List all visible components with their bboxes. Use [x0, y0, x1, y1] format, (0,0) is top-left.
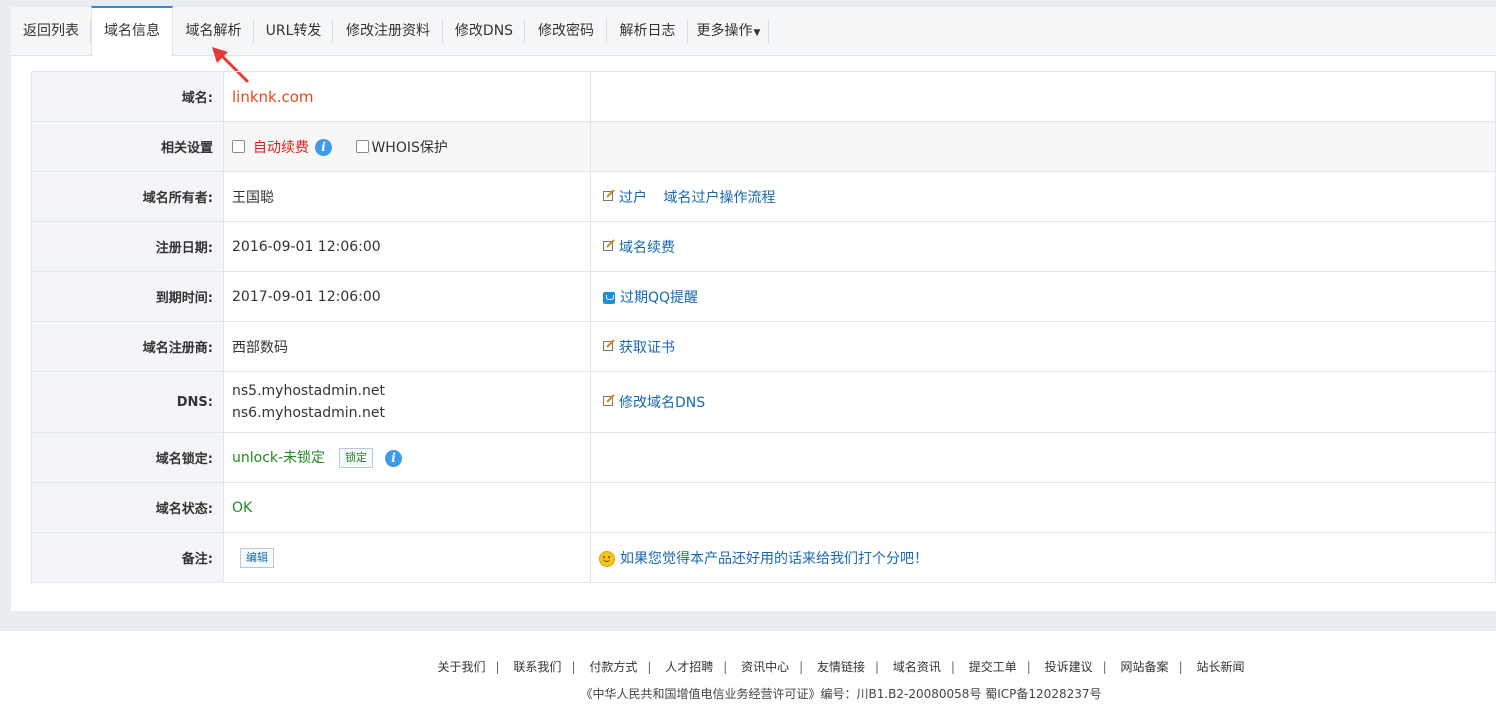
tab-more-actions[interactable]: 更多操作▼ [688, 7, 769, 55]
smile-icon [599, 550, 615, 567]
footer-link-jobs[interactable]: 人才招聘 [665, 660, 713, 674]
caret-down-icon: ▼ [753, 28, 761, 38]
domain-panel: 返回列表 域名信息 域名解析 URL转发 修改注册资料 修改DNS 修改密码 解… [11, 6, 1496, 611]
label-note: 备注: [31, 532, 224, 583]
row-note: 备注: 编辑 如果您觉得本产品还好用的话来给我们打个分吧！ [31, 532, 1496, 583]
status-value: OK [232, 499, 253, 516]
footer-link-domain-news[interactable]: 域名资讯 [893, 660, 941, 674]
expire-date-value: 2017-09-01 12:06:00 [223, 271, 591, 322]
tab-modify-registration[interactable]: 修改注册资料 [333, 7, 443, 55]
footer-link-payment[interactable]: 付款方式 [589, 660, 637, 674]
label-owner: 域名所有者: [31, 171, 224, 222]
footer-link-news-center[interactable]: 资讯中心 [741, 660, 789, 674]
footer-link-ticket[interactable]: 提交工单 [969, 660, 1017, 674]
row-dns: DNS: ns5.myhostadmin.net ns6.myhostadmin… [31, 371, 1496, 433]
edit-icon [603, 238, 615, 251]
domain-name: linknk.com [232, 87, 314, 106]
whois-label: WHOIS保护 [371, 139, 448, 156]
rating-feedback-link[interactable]: 如果您觉得本产品还好用的话来给我们打个分吧！ [620, 551, 928, 567]
label-status: 域名状态: [31, 482, 224, 533]
label-registrar: 域名注册商: [31, 321, 224, 372]
footer-link-friends[interactable]: 友情链接 [817, 660, 865, 674]
get-certificate-link[interactable]: 获取证书 [619, 340, 675, 356]
dns-server-2: ns6.myhostadmin.net [232, 405, 385, 421]
footer: 关于我们 | 联系我们 | 付款方式 | 人才招聘 | 资讯中心 | 友情链接 | 域名资讯… [0, 631, 1496, 718]
footer-links: 关于我们 | 联系我们 | 付款方式 | 人才招聘 | 资讯中心 | 友情链接 | 域名资讯… [437, 660, 1245, 674]
edit-note-button[interactable]: 编辑 [240, 547, 274, 568]
lock-status: unlock-未锁定 [232, 450, 326, 466]
auto-renew-label: 自动续费 [253, 139, 309, 156]
row-settings: 相关设置 自动续费 i WHOIS保护 [31, 121, 1496, 172]
tab-url-forward[interactable]: URL转发 [254, 7, 333, 55]
registrar-value: 西部数码 [223, 321, 591, 372]
transfer-flow-link[interactable]: 域名过户操作流程 [663, 190, 775, 206]
label-settings: 相关设置 [31, 121, 224, 172]
auto-renew-checkbox[interactable] [232, 140, 245, 153]
label-lock: 域名锁定: [31, 432, 224, 483]
footer-license: 《中华人民共和国增值电信业务经营许可证》编号：川B1.B2-20080058号 … [580, 687, 1102, 701]
row-domain: 域名: linknk.com [31, 71, 1496, 122]
domain-info-table: 域名: linknk.com 相关设置 自动续费 i WHOIS保护 域名所有者:… [31, 71, 1496, 583]
info-icon[interactable]: i [315, 139, 332, 156]
footer-link-contact[interactable]: 联系我们 [513, 660, 561, 674]
footer-link-icp[interactable]: 网站备案 [1121, 660, 1169, 674]
tab-back-to-list[interactable]: 返回列表 [11, 7, 91, 55]
label-reg-date: 注册日期: [31, 221, 224, 272]
transfer-link[interactable]: 过户 [619, 190, 647, 206]
qq-reminder-link[interactable]: 过期QQ提醒 [620, 290, 698, 306]
row-lock: 域名锁定: unlock-未锁定 锁定 i [31, 432, 1496, 483]
label-dns: DNS: [31, 371, 224, 433]
tab-domain-info[interactable]: 域名信息 [91, 6, 173, 57]
edit-icon [603, 394, 615, 406]
lock-button[interactable]: 锁定 [339, 448, 374, 468]
reg-date-value: 2016-09-01 12:06:00 [223, 221, 591, 272]
owner-value: 王国聪 [223, 171, 591, 222]
qq-icon [603, 291, 615, 304]
modify-dns-link[interactable]: 修改域名DNS [619, 395, 705, 411]
footer-link-about[interactable]: 关于我们 [438, 660, 486, 674]
label-expire-date: 到期时间: [31, 271, 224, 322]
whois-checkbox[interactable] [356, 140, 370, 153]
edit-icon [603, 188, 615, 201]
more-actions-label: 更多操作 [696, 23, 753, 39]
row-status: 域名状态: OK [31, 482, 1496, 533]
tab-modify-password[interactable]: 修改密码 [525, 7, 607, 55]
tab-modify-dns[interactable]: 修改DNS [443, 7, 525, 55]
edit-icon [603, 338, 615, 351]
row-reg-date: 注册日期: 2016-09-01 12:06:00 域名续费 [31, 221, 1496, 272]
row-expire-date: 到期时间: 2017-09-01 12:06:00 过期QQ提醒 [31, 271, 1496, 322]
footer-link-webmaster-news[interactable]: 站长新闻 [1196, 660, 1244, 674]
dns-server-1: ns5.myhostadmin.net [232, 383, 385, 399]
info-icon[interactable]: i [385, 449, 403, 467]
row-registrar: 域名注册商: 西部数码 获取证书 [31, 321, 1496, 372]
row-owner: 域名所有者: 王国聪 过户 域名过户操作流程 [31, 171, 1496, 222]
label-domain: 域名: [31, 71, 224, 122]
footer-link-complaint[interactable]: 投诉建议 [1045, 660, 1093, 674]
renew-link[interactable]: 域名续费 [619, 240, 675, 256]
tab-resolve-log[interactable]: 解析日志 [607, 7, 688, 55]
